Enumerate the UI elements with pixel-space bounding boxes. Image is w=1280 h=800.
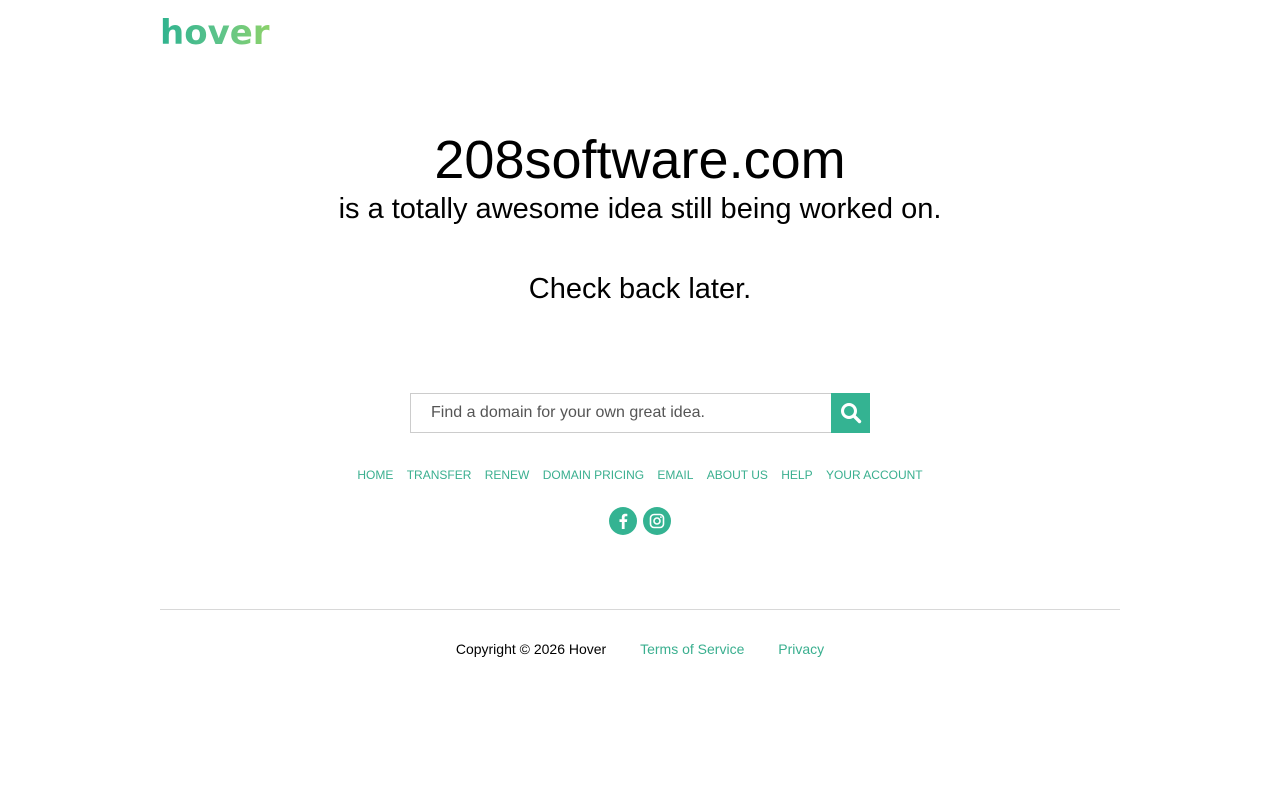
nav-link-about-us[interactable]: ABOUT US [707, 468, 768, 482]
nav-link-your-account[interactable]: YOUR ACCOUNT [826, 468, 923, 482]
domain-title: 208software.com [434, 130, 846, 190]
hover-logo[interactable]: hover [160, 14, 270, 52]
nav-link-renew[interactable]: RENEW [485, 468, 530, 482]
nav-link-home[interactable]: HOME [357, 468, 393, 482]
domain-search-input[interactable] [410, 393, 831, 433]
footer-nav: HOME TRANSFER RENEW DOMAIN PRICING EMAIL… [0, 468, 1280, 482]
search-button[interactable] [831, 393, 870, 433]
hero-section: 208software.com is a totally awesome ide… [0, 128, 1280, 306]
facebook-icon [619, 513, 628, 529]
privacy-link[interactable]: Privacy [778, 641, 824, 657]
terms-of-service-link[interactable]: Terms of Service [640, 641, 744, 657]
search-icon [840, 403, 861, 424]
page: hover 208software.com is a totally aweso… [0, 0, 1280, 800]
domain-search-form [410, 393, 870, 433]
tagline: is a totally awesome idea still being wo… [338, 193, 942, 225]
nav-link-email[interactable]: EMAIL [657, 468, 693, 482]
facebook-link[interactable] [609, 507, 637, 535]
instagram-icon [649, 513, 665, 529]
nav-link-transfer[interactable]: TRANSFER [407, 468, 472, 482]
copyright-text: Copyright © 2026 Hover [455, 641, 607, 657]
nav-link-help[interactable]: HELP [781, 468, 812, 482]
footer-divider [160, 609, 1120, 610]
check-back-text: Check back later. [528, 273, 752, 305]
nav-link-domain-pricing[interactable]: DOMAIN PRICING [543, 468, 644, 482]
footer: Copyright © 2026 Hover Terms of Service … [0, 641, 1280, 657]
social-links [609, 507, 671, 535]
instagram-link[interactable] [643, 507, 671, 535]
